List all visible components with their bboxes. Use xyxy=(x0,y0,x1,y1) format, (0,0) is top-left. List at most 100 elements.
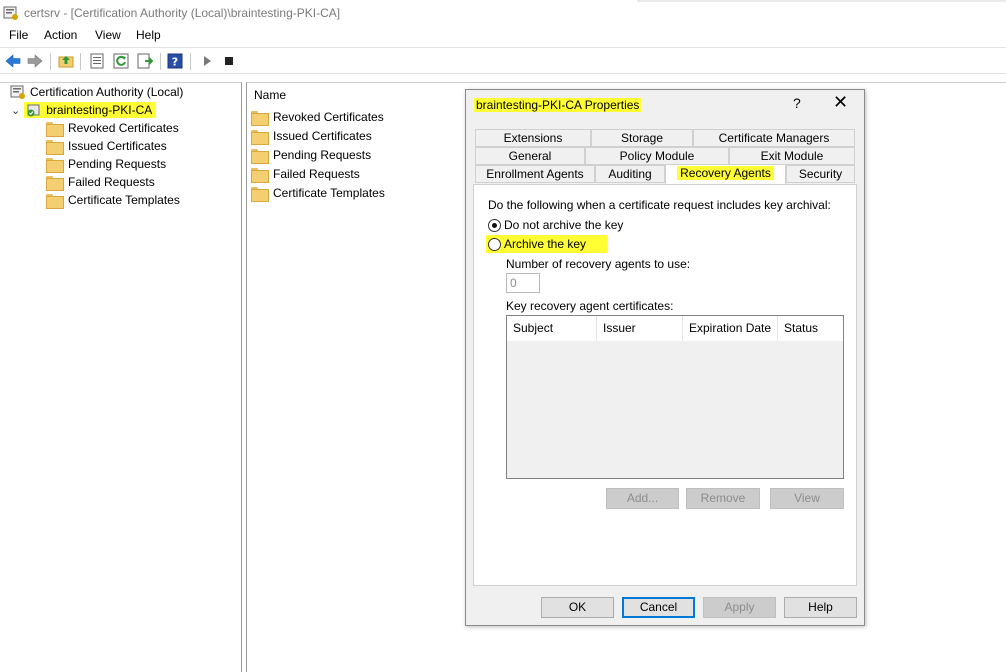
column-expiration-date[interactable]: Expiration Date xyxy=(683,316,778,341)
toolbar-separator xyxy=(160,53,161,70)
tab-recovery-agents[interactable]: Recovery Agents xyxy=(665,164,786,184)
tree-root-label: Certification Authority (Local) xyxy=(30,85,184,99)
titlebar-strip xyxy=(637,0,1006,2)
tree-root[interactable]: Certification Authority (Local) xyxy=(10,83,183,101)
tree-item-label: Failed Requests xyxy=(68,175,155,189)
menu-bar: File Action View Help xyxy=(0,26,1006,46)
radio-archive-key-label[interactable]: Archive the key xyxy=(504,237,586,251)
properties-dialog: braintesting-PKI-CA Properties ? ✕ Exten… xyxy=(465,89,865,626)
list-item[interactable]: Failed Requests xyxy=(251,165,360,183)
stop-service-icon[interactable] xyxy=(221,53,237,69)
forward-arrow-icon[interactable] xyxy=(27,53,43,69)
menu-action[interactable]: Action xyxy=(44,28,77,42)
folder-icon xyxy=(46,193,64,209)
tab-extensions[interactable]: Extensions xyxy=(475,129,591,147)
tab-exit-module[interactable]: Exit Module xyxy=(729,147,855,165)
tree-item-label: Issued Certificates xyxy=(68,139,167,153)
tab-certificate-managers[interactable]: Certificate Managers xyxy=(693,129,855,147)
tab-auditing[interactable]: Auditing xyxy=(595,165,665,183)
add-button[interactable]: Add... xyxy=(606,488,679,509)
column-issuer[interactable]: Issuer xyxy=(597,316,683,341)
radio-do-not-archive[interactable] xyxy=(488,219,501,232)
num-agents-label: Number of recovery agents to use: xyxy=(506,257,691,271)
recovery-agents-panel: Do the following when a certificate requ… xyxy=(473,184,857,586)
menu-view[interactable]: View xyxy=(95,28,121,42)
refresh-icon[interactable] xyxy=(113,53,129,69)
list-item[interactable]: Issued Certificates xyxy=(251,127,372,145)
toolbar-separator xyxy=(80,53,81,70)
remove-button[interactable]: Remove xyxy=(686,488,760,509)
tab-policy-module[interactable]: Policy Module xyxy=(585,147,729,165)
tree-item-issued-certificates[interactable]: Issued Certificates xyxy=(46,137,167,155)
ok-button[interactable]: OK xyxy=(541,597,614,618)
list-item[interactable]: Certificate Templates xyxy=(251,184,385,202)
tab-general[interactable]: General xyxy=(475,147,585,165)
radio-archive-key[interactable] xyxy=(488,238,501,251)
svg-text:?: ? xyxy=(172,56,178,69)
num-agents-input[interactable]: 0 xyxy=(506,273,540,293)
dialog-close-icon[interactable]: ✕ xyxy=(833,92,848,113)
folder-icon xyxy=(46,139,64,155)
folder-icon xyxy=(46,157,64,173)
help-button[interactable]: Help xyxy=(784,597,857,618)
radio-do-not-archive-label[interactable]: Do not archive the key xyxy=(504,218,623,232)
certsrv-app-icon xyxy=(3,6,18,20)
apply-button[interactable]: Apply xyxy=(703,597,776,618)
properties-icon[interactable] xyxy=(89,53,105,69)
window-titlebar: certsrv - [Certification Authority (Loca… xyxy=(0,0,1006,26)
toolbar-separator xyxy=(190,53,191,70)
folder-icon xyxy=(46,175,64,191)
cancel-button[interactable]: Cancel xyxy=(622,597,695,618)
ca-node-highlight: braintesting-PKI-CA xyxy=(24,102,157,118)
certification-authority-icon xyxy=(10,85,25,99)
tree-item-label: Revoked Certificates xyxy=(68,121,179,135)
kra-certificates-list[interactable]: Subject Issuer Expiration Date Status xyxy=(506,315,844,479)
column-status[interactable]: Status xyxy=(778,316,843,341)
tree-item-label: Certificate Templates xyxy=(68,193,180,207)
list-item-label: Pending Requests xyxy=(273,148,372,162)
menu-file[interactable]: File xyxy=(9,28,28,42)
list-item[interactable]: Revoked Certificates xyxy=(251,108,384,126)
window-title: certsrv - [Certification Authority (Loca… xyxy=(24,6,341,20)
toolbar: ? xyxy=(0,47,1006,74)
folder-icon xyxy=(251,148,269,164)
ca-server-icon xyxy=(27,104,40,117)
chevron-down-icon[interactable]: ⌄ xyxy=(11,104,20,117)
tree-item-revoked-certificates[interactable]: Revoked Certificates xyxy=(46,119,179,137)
view-button[interactable]: View xyxy=(770,488,844,509)
tree-item-certificate-templates[interactable]: Certificate Templates xyxy=(46,191,180,209)
export-list-icon[interactable] xyxy=(137,53,153,69)
tree-item-ca[interactable]: ⌄ braintesting-PKI-CA xyxy=(11,101,157,119)
help-icon[interactable]: ? xyxy=(167,53,183,69)
list-item-label: Revoked Certificates xyxy=(273,110,384,124)
kra-list-header: Subject Issuer Expiration Date Status xyxy=(507,316,843,341)
list-item-label: Certificate Templates xyxy=(273,186,385,200)
list-item-label: Issued Certificates xyxy=(273,129,372,143)
list-item-label: Failed Requests xyxy=(273,167,360,181)
dialog-title-text: braintesting-PKI-CA Properties xyxy=(474,98,642,112)
folder-icon xyxy=(251,167,269,183)
folder-icon xyxy=(251,186,269,202)
dialog-help-icon[interactable]: ? xyxy=(793,95,801,111)
column-subject[interactable]: Subject xyxy=(507,316,597,341)
tab-storage[interactable]: Storage xyxy=(591,129,693,147)
menu-help[interactable]: Help xyxy=(136,28,161,42)
folder-icon xyxy=(251,129,269,145)
start-service-icon[interactable] xyxy=(199,53,215,69)
folder-icon xyxy=(46,121,64,137)
tab-security[interactable]: Security xyxy=(786,165,855,183)
column-header-name[interactable]: Name xyxy=(254,88,286,102)
toolbar-separator xyxy=(50,53,51,70)
kra-certificates-label: Key recovery agent certificates: xyxy=(506,299,674,313)
list-item[interactable]: Pending Requests xyxy=(251,146,371,164)
up-folder-icon[interactable] xyxy=(58,53,74,69)
folder-icon xyxy=(251,110,269,126)
ca-node-label: braintesting-PKI-CA xyxy=(46,103,153,117)
tab-enrollment-agents[interactable]: Enrollment Agents xyxy=(475,165,595,183)
tab-recovery-agents-label: Recovery Agents xyxy=(677,166,774,180)
tree-item-pending-requests[interactable]: Pending Requests xyxy=(46,155,166,173)
tree-item-failed-requests[interactable]: Failed Requests xyxy=(46,173,155,191)
tree-item-label: Pending Requests xyxy=(68,157,167,171)
archival-instruction: Do the following when a certificate requ… xyxy=(488,198,831,212)
back-arrow-icon[interactable] xyxy=(5,53,21,69)
